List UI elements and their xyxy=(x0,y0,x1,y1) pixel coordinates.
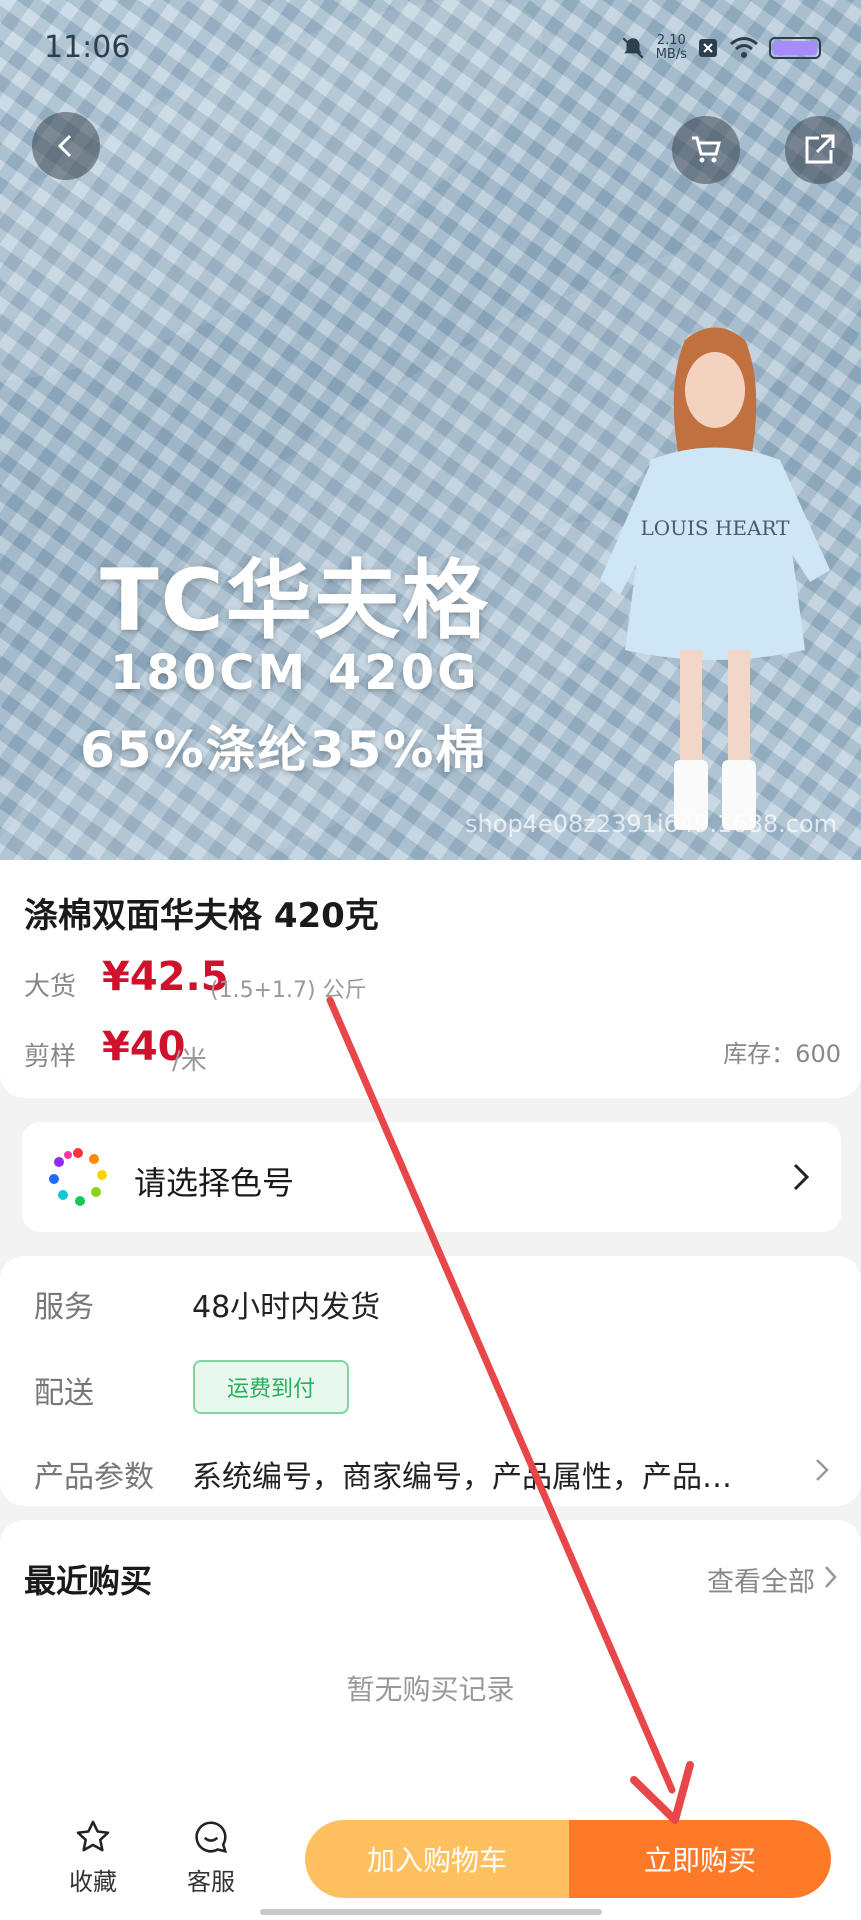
customer-service-label: 客服 xyxy=(187,1868,235,1896)
chevron-right-icon xyxy=(793,1163,810,1191)
sim-off-icon xyxy=(699,39,717,57)
battery-icon xyxy=(769,37,821,59)
favorite-button[interactable]: 收藏 xyxy=(58,1818,128,1897)
status-icons: 2.10 MB/s xyxy=(620,34,821,62)
sample-label: 剪样 xyxy=(24,1042,77,1072)
params-label: 产品参数 xyxy=(34,1460,154,1495)
delivery-label: 配送 xyxy=(34,1376,94,1411)
favorite-label: 收藏 xyxy=(69,1868,117,1896)
shipping-badge: 运费到付 xyxy=(193,1360,349,1414)
chat-icon xyxy=(195,1821,228,1853)
stock-count: 库存：600 xyxy=(723,1040,841,1068)
share-icon xyxy=(805,134,835,164)
product-title: 涤棉双面华夫格 420克 xyxy=(24,896,379,936)
color-selector[interactable]: 请选择色号 xyxy=(22,1122,841,1232)
home-indicator[interactable] xyxy=(260,1909,602,1915)
hero-composition: 65%涤纶35%棉 xyxy=(80,721,488,779)
view-all-chevron-icon[interactable] xyxy=(823,1564,839,1590)
view-all-link[interactable]: 查看全部 xyxy=(707,1560,815,1599)
cart-button[interactable] xyxy=(672,116,740,184)
cart-icon xyxy=(692,136,721,163)
net-speed: 2.10 MB/s xyxy=(656,34,687,62)
buy-now-button[interactable]: 立即购买 xyxy=(569,1820,831,1898)
service-label: 服务 xyxy=(34,1290,94,1325)
sample-unit: /米 xyxy=(172,1046,207,1076)
net-speed-value: 2.10 xyxy=(656,33,686,48)
recent-title: 最近购买 xyxy=(24,1562,153,1600)
net-speed-unit: MB/s xyxy=(655,47,687,62)
hero-spec: 180CM 420G xyxy=(110,645,480,701)
bottom-action-bar: 收藏 客服 加入购物车 立即购买 xyxy=(0,1800,861,1920)
params-value[interactable]: 系统编号，商家编号，产品属性，产品… xyxy=(192,1452,804,1496)
service-info-card: 服务 48小时内发货 配送 运费到付 产品参数 系统编号，商家编号，产品属性，产… xyxy=(0,1256,861,1506)
chevron-left-icon xyxy=(57,134,72,158)
wifi-icon xyxy=(730,37,758,58)
share-button[interactable] xyxy=(785,116,853,184)
service-value: 48小时内发货 xyxy=(192,1290,381,1325)
status-time: 11:06 xyxy=(44,30,131,65)
params-chevron-icon[interactable] xyxy=(813,1456,831,1484)
model-figure: LOUIS HEART xyxy=(600,327,830,830)
recent-purchases: 最近购买 查看全部 暂无购买记录 xyxy=(0,1520,861,1820)
color-selector-label: 请选择色号 xyxy=(134,1164,295,1202)
hero-title: TC华夫格 xyxy=(100,551,490,651)
status-bar: 11:06 2.10 MB/s xyxy=(0,0,861,100)
product-info-card: 涤棉双面华夫格 420克 大货 ¥42.5 (1.5+1.7) 公斤 剪样 ¥4… xyxy=(0,860,861,1098)
customer-service-button[interactable]: 客服 xyxy=(176,1818,246,1897)
back-button[interactable] xyxy=(32,112,100,180)
bulk-weight-note: (1.5+1.7) 公斤 xyxy=(210,978,367,1003)
sweater-print: LOUIS HEART xyxy=(640,516,790,540)
mute-bell-icon xyxy=(622,37,644,59)
star-icon xyxy=(76,1820,110,1852)
watermark: shop4e08z2391i649.1688.com xyxy=(465,810,837,838)
color-wheel-icon xyxy=(49,1148,107,1206)
add-to-cart-button[interactable]: 加入购物车 xyxy=(305,1820,569,1898)
empty-state: 暂无购买记录 xyxy=(346,1673,515,1706)
bulk-label: 大货 xyxy=(24,972,77,1002)
